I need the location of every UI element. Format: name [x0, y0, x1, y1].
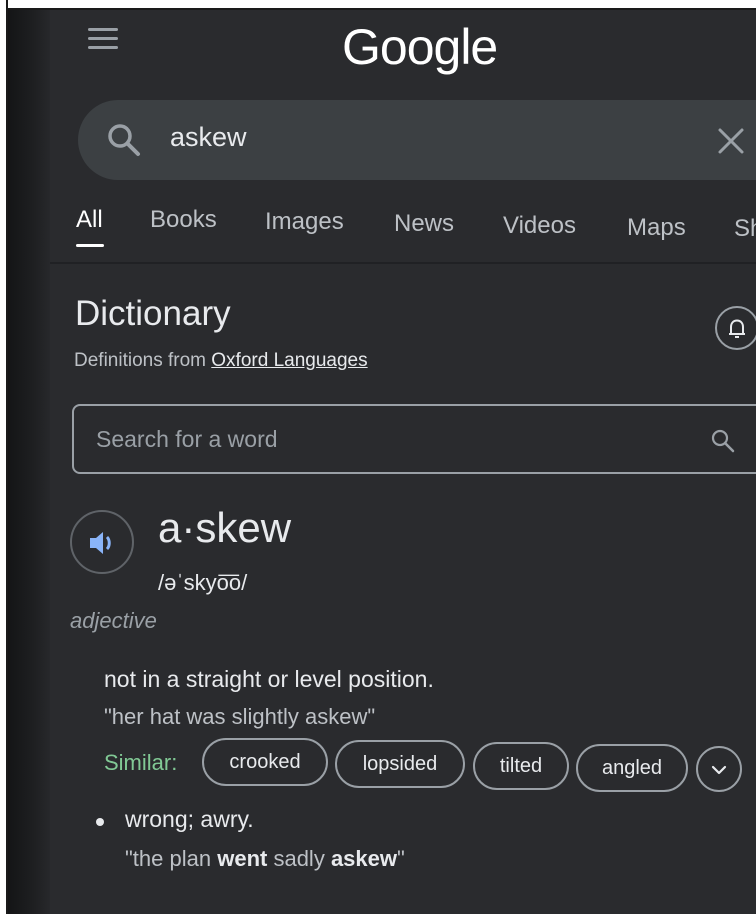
- bell-plus-icon: [729, 319, 745, 338]
- pronunciation-button[interactable]: [70, 510, 134, 574]
- oxford-languages-link[interactable]: Oxford Languages: [211, 350, 367, 371]
- similar-chip-crooked[interactable]: crooked: [202, 738, 328, 786]
- example-2-emphasis: went: [217, 846, 268, 871]
- dictionary-source: Definitions from Oxford Languages: [74, 350, 368, 372]
- example-2-part: sadly: [267, 846, 331, 871]
- definition-2: wrong; awry.: [125, 806, 254, 832]
- similar-chip-tilted[interactable]: tilted: [473, 742, 569, 790]
- search-icon[interactable]: [710, 428, 736, 454]
- example-2-part: "the plan: [125, 846, 218, 871]
- google-logo[interactable]: Google: [342, 18, 498, 76]
- close-icon[interactable]: [714, 124, 748, 158]
- tab-news[interactable]: News: [394, 210, 454, 238]
- screenshot-frame: Google askew All Books Images News Video…: [0, 0, 756, 914]
- similar-chip-lopsided[interactable]: lopsided: [335, 740, 465, 788]
- search-tabs: All Books Images News Videos Maps Sh: [76, 206, 756, 256]
- menu-icon[interactable]: [88, 28, 118, 52]
- device-edge: [8, 10, 50, 914]
- dictionary-title: Dictionary: [75, 294, 231, 333]
- top-border: [0, 0, 756, 10]
- alert-button[interactable]: [715, 306, 756, 350]
- speaker-icon: [90, 532, 111, 554]
- search-icon[interactable]: [106, 122, 142, 158]
- word-search-placeholder[interactable]: Search for a word: [96, 426, 278, 453]
- headword: a·skew: [158, 504, 292, 551]
- similar-expand-button[interactable]: [696, 746, 742, 792]
- tab-all[interactable]: All: [76, 206, 103, 234]
- chevron-down-icon: [711, 765, 727, 775]
- definition-1: not in a straight or level position.: [104, 666, 434, 692]
- tab-books[interactable]: Books: [150, 206, 217, 234]
- tab-videos[interactable]: Videos: [503, 212, 576, 240]
- tab-all-underline: [76, 244, 104, 247]
- example-2-emphasis: askew: [330, 846, 397, 871]
- similar-label: Similar:: [104, 750, 178, 775]
- search-box[interactable]: askew: [78, 100, 756, 180]
- tab-maps[interactable]: Maps: [627, 214, 686, 242]
- phonetic: /əˈskyo͞o/: [158, 570, 248, 595]
- left-border: [0, 0, 8, 914]
- example-2: "the plan went sadly askew": [125, 846, 405, 872]
- phone-screen: Google askew All Books Images News Video…: [8, 10, 756, 914]
- tabs-divider: [50, 262, 756, 264]
- part-of-speech: adjective: [70, 608, 157, 633]
- similar-chip-angled[interactable]: angled: [576, 744, 688, 792]
- tab-images[interactable]: Images: [265, 208, 344, 236]
- example-1: "her hat was slightly askew": [104, 704, 376, 729]
- tab-shopping[interactable]: Sh: [734, 215, 756, 243]
- source-prefix: Definitions from: [74, 350, 212, 371]
- sense-2-bullet: [96, 818, 104, 826]
- word-search-field[interactable]: Search for a word: [72, 404, 756, 474]
- search-query[interactable]: askew: [170, 122, 247, 153]
- example-2-part: ": [397, 846, 405, 871]
